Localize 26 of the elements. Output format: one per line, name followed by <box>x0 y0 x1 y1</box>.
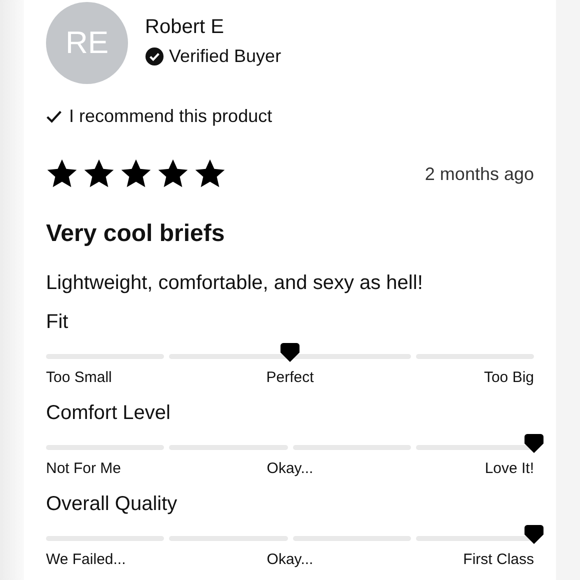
scale-caption: We Failed... <box>46 551 127 568</box>
check-icon <box>46 110 62 123</box>
scale-caption: Okay... <box>266 551 314 568</box>
scale-caption: Okay... <box>266 460 314 477</box>
avatar: RE <box>46 2 128 84</box>
review-title: Very cool briefs <box>46 220 226 248</box>
star-icon <box>194 158 226 190</box>
star-icon <box>83 158 115 190</box>
verified-check-icon <box>145 47 164 66</box>
verified-label: Verified Buyer <box>169 46 282 67</box>
recommendation-text: I recommend this product <box>69 106 272 127</box>
scale-caption: Too Small <box>46 369 113 386</box>
scale-caption: Not For Me <box>46 460 122 477</box>
reviewer-name: Robert E <box>145 16 225 39</box>
scale-caption: First Class <box>462 551 534 568</box>
star-icon <box>157 158 189 190</box>
scale-label: Fit <box>46 311 70 334</box>
scale-label: Overall Quality <box>46 493 178 516</box>
review-date: 2 months ago <box>424 164 534 184</box>
star-icon <box>46 158 78 190</box>
star-icon <box>120 158 152 190</box>
scale-caption: Too Big <box>482 369 534 386</box>
review-text: Lightweight, comfortable, and sexy as hell! <box>46 272 424 295</box>
scale-caption: Perfect <box>265 369 315 386</box>
scale-caption: Love It! <box>484 460 534 477</box>
scale-label: Comfort Level <box>46 402 172 425</box>
